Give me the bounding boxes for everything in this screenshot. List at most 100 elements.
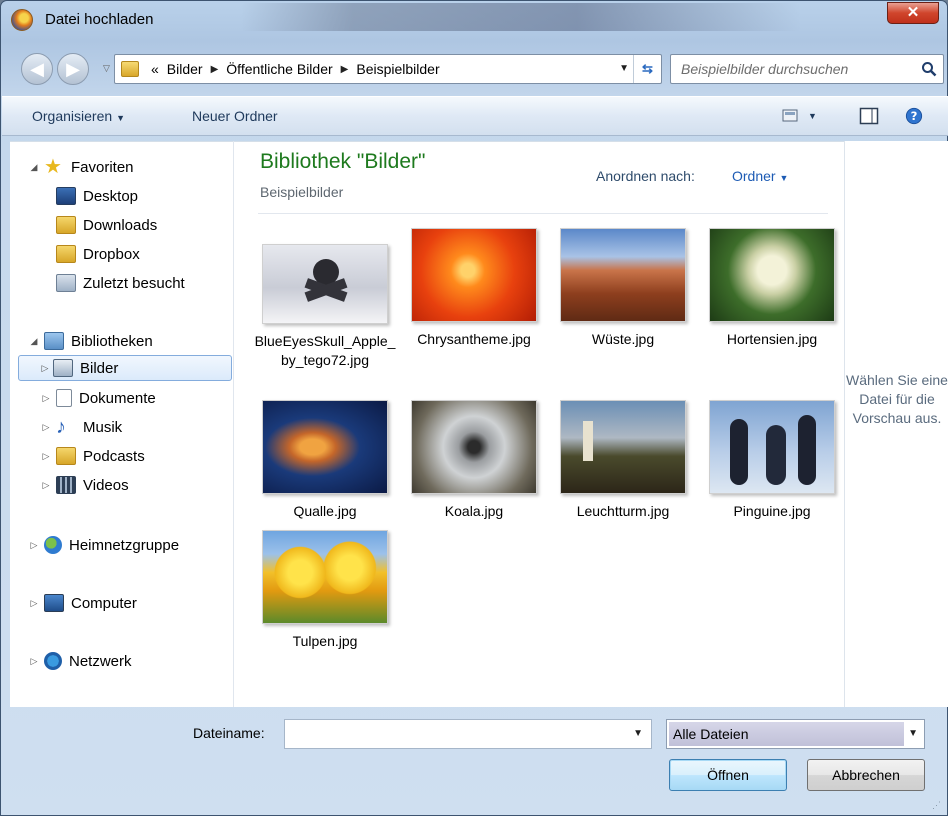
search-input[interactable]: Beispielbilder durchsuchen bbox=[670, 54, 944, 84]
open-button[interactable]: Öffnen bbox=[669, 759, 787, 791]
svg-text:?: ? bbox=[911, 109, 918, 123]
arrange-by-dropdown[interactable]: Ordner ▼ bbox=[732, 168, 788, 184]
nav-podcasts[interactable]: ▷ Podcasts bbox=[40, 443, 145, 469]
folder-icon bbox=[121, 61, 139, 77]
nav-desktop-label: Desktop bbox=[83, 187, 139, 205]
expander-closed-icon[interactable]: ▷ bbox=[40, 422, 52, 433]
file-item[interactable]: Leuchtturm.jpg bbox=[548, 400, 698, 521]
view-dropdown-icon[interactable]: ▼ bbox=[808, 111, 817, 121]
file-item[interactable]: Tulpen.jpg bbox=[250, 530, 400, 651]
breadcrumb-overflow[interactable]: « bbox=[151, 61, 159, 77]
nav-zuletzt-besucht-label: Zuletzt besucht bbox=[83, 274, 185, 292]
nav-dokumente-label: Dokumente bbox=[79, 389, 156, 407]
nav-downloads[interactable]: Downloads bbox=[52, 212, 157, 238]
view-options-icon[interactable] bbox=[781, 107, 801, 125]
nav-musik[interactable]: ▷ ♪ Musik bbox=[40, 414, 123, 440]
chevron-down-icon[interactable]: ▼ bbox=[633, 728, 643, 739]
close-icon: ✕ bbox=[906, 4, 920, 21]
breadcrumb-bilder[interactable]: Bilder bbox=[167, 61, 203, 77]
filetype-select[interactable]: Alle Dateien ▼ bbox=[666, 719, 925, 749]
file-item[interactable]: Qualle.jpg bbox=[250, 400, 400, 521]
preview-pane-icon[interactable] bbox=[859, 107, 879, 125]
help-icon[interactable]: ? bbox=[904, 107, 924, 125]
expander-closed-icon[interactable]: ▷ bbox=[40, 480, 52, 491]
header-divider bbox=[258, 213, 828, 214]
file-name: Koala.jpg bbox=[444, 503, 504, 519]
breadcrumb-chevron-icon[interactable]: ▶ bbox=[341, 64, 349, 75]
resize-grip-icon[interactable]: ⋰ bbox=[932, 800, 941, 811]
file-item[interactable]: BlueEyesSkull_Apple_by_tego72.jpg bbox=[250, 240, 400, 370]
file-dialog-window: Datei hochladen ✕ ◀ ▶ ▽ « Bilder ▶ Öffen… bbox=[0, 0, 948, 816]
nav-netzwerk[interactable]: ▷ Netzwerk bbox=[28, 648, 132, 674]
thumbnail-chrysantheme bbox=[411, 228, 537, 322]
expander-closed-icon[interactable]: ▷ bbox=[28, 656, 40, 667]
nav-bilder-label: Bilder bbox=[80, 359, 119, 377]
title-bar[interactable]: Datei hochladen ✕ bbox=[1, 1, 947, 39]
nav-videos[interactable]: ▷ Videos bbox=[40, 472, 129, 498]
file-item[interactable]: Koala.jpg bbox=[399, 400, 549, 521]
nav-computer[interactable]: ▷ Computer bbox=[28, 590, 137, 616]
address-dropdown-arrow-icon[interactable]: ▼ bbox=[619, 63, 629, 74]
file-name: BlueEyesSkull_Apple_by_tego72.jpg bbox=[254, 333, 396, 368]
refresh-icon[interactable]: ⇆ bbox=[633, 55, 661, 83]
file-item[interactable]: Chrysantheme.jpg bbox=[399, 228, 549, 349]
preview-message: Wählen Sie eine Datei für die Vorschau a… bbox=[846, 372, 948, 426]
file-name: Pinguine.jpg bbox=[733, 503, 811, 519]
nav-bibliotheken[interactable]: ◢ Bibliotheken bbox=[28, 328, 153, 354]
file-item[interactable]: Wüste.jpg bbox=[548, 228, 698, 349]
nav-heimnetzgruppe[interactable]: ▷ Heimnetzgruppe bbox=[28, 532, 179, 558]
search-icon[interactable] bbox=[921, 61, 937, 77]
expander-open-icon[interactable]: ◢ bbox=[28, 162, 40, 173]
filetype-value: Alle Dateien bbox=[669, 722, 904, 746]
file-name: Wüste.jpg bbox=[591, 331, 655, 347]
expander-closed-icon[interactable]: ▷ bbox=[40, 451, 52, 462]
content-area: ◢ ★ Favoriten Desktop Downloads Dropbox … bbox=[10, 141, 948, 707]
nav-dropbox-label: Dropbox bbox=[83, 245, 140, 263]
address-bar[interactable]: « Bilder ▶ Öffentliche Bilder ▶ Beispiel… bbox=[114, 54, 662, 84]
nav-dokumente[interactable]: ▷ Dokumente bbox=[40, 385, 156, 411]
cancel-button[interactable]: Abbrechen bbox=[807, 759, 925, 791]
expander-closed-icon[interactable]: ▷ bbox=[28, 540, 40, 551]
new-folder-button[interactable]: Neuer Ordner bbox=[192, 108, 278, 124]
music-note-icon: ♪ bbox=[56, 416, 66, 438]
videos-library-icon bbox=[56, 476, 76, 494]
expander-closed-icon[interactable]: ▷ bbox=[28, 598, 40, 609]
file-item[interactable]: Hortensien.jpg bbox=[697, 228, 847, 349]
navigation-splitter[interactable] bbox=[233, 141, 234, 707]
organize-label: Organisieren bbox=[32, 108, 113, 124]
breadcrumb-beispielbilder[interactable]: Beispielbilder bbox=[356, 61, 439, 77]
documents-library-icon bbox=[56, 389, 72, 407]
thumbnail-hortensien bbox=[709, 228, 835, 322]
expander-closed-icon[interactable]: ▷ bbox=[40, 393, 52, 404]
computer-icon bbox=[44, 594, 64, 612]
expander-open-icon[interactable]: ◢ bbox=[28, 336, 40, 347]
nav-downloads-label: Downloads bbox=[83, 216, 158, 234]
expander-closed-icon[interactable]: ▷ bbox=[39, 363, 51, 374]
back-button[interactable]: ◀ bbox=[21, 53, 53, 85]
nav-favoriten-label: Favoriten bbox=[71, 158, 134, 176]
breadcrumb-oeffentliche-bilder[interactable]: Öffentliche Bilder bbox=[226, 61, 332, 77]
back-arrow-icon: ◀ bbox=[30, 59, 44, 79]
recent-locations-dropdown[interactable]: ▽ bbox=[103, 63, 110, 74]
chevron-down-icon[interactable]: ▼ bbox=[908, 728, 918, 739]
filename-input[interactable]: ▼ bbox=[284, 719, 652, 749]
filename-label: Dateiname: bbox=[193, 725, 265, 741]
nav-favoriten[interactable]: ◢ ★ Favoriten bbox=[28, 154, 134, 180]
nav-bibliotheken-label: Bibliotheken bbox=[71, 332, 153, 350]
close-button[interactable]: ✕ bbox=[887, 2, 939, 24]
nav-dropbox[interactable]: Dropbox bbox=[52, 241, 140, 267]
organize-menu[interactable]: Organisieren ▼ bbox=[32, 108, 125, 124]
network-icon bbox=[44, 652, 62, 670]
file-item[interactable]: Pinguine.jpg bbox=[697, 400, 847, 521]
nav-desktop[interactable]: Desktop bbox=[52, 183, 138, 209]
breadcrumb-chevron-icon[interactable]: ▶ bbox=[211, 64, 219, 75]
nav-bilder[interactable]: ▷ Bilder bbox=[18, 355, 232, 381]
forward-button[interactable]: ▶ bbox=[57, 53, 89, 85]
arrange-by-value: Ordner bbox=[732, 168, 776, 184]
desktop-icon bbox=[56, 187, 76, 205]
thumbnail-tulpen bbox=[262, 530, 388, 624]
nav-netzwerk-label: Netzwerk bbox=[69, 652, 132, 670]
forward-arrow-icon: ▶ bbox=[66, 59, 80, 79]
preview-pane: Wählen Sie eine Datei für die Vorschau a… bbox=[844, 141, 948, 707]
nav-zuletzt-besucht[interactable]: Zuletzt besucht bbox=[52, 270, 185, 296]
